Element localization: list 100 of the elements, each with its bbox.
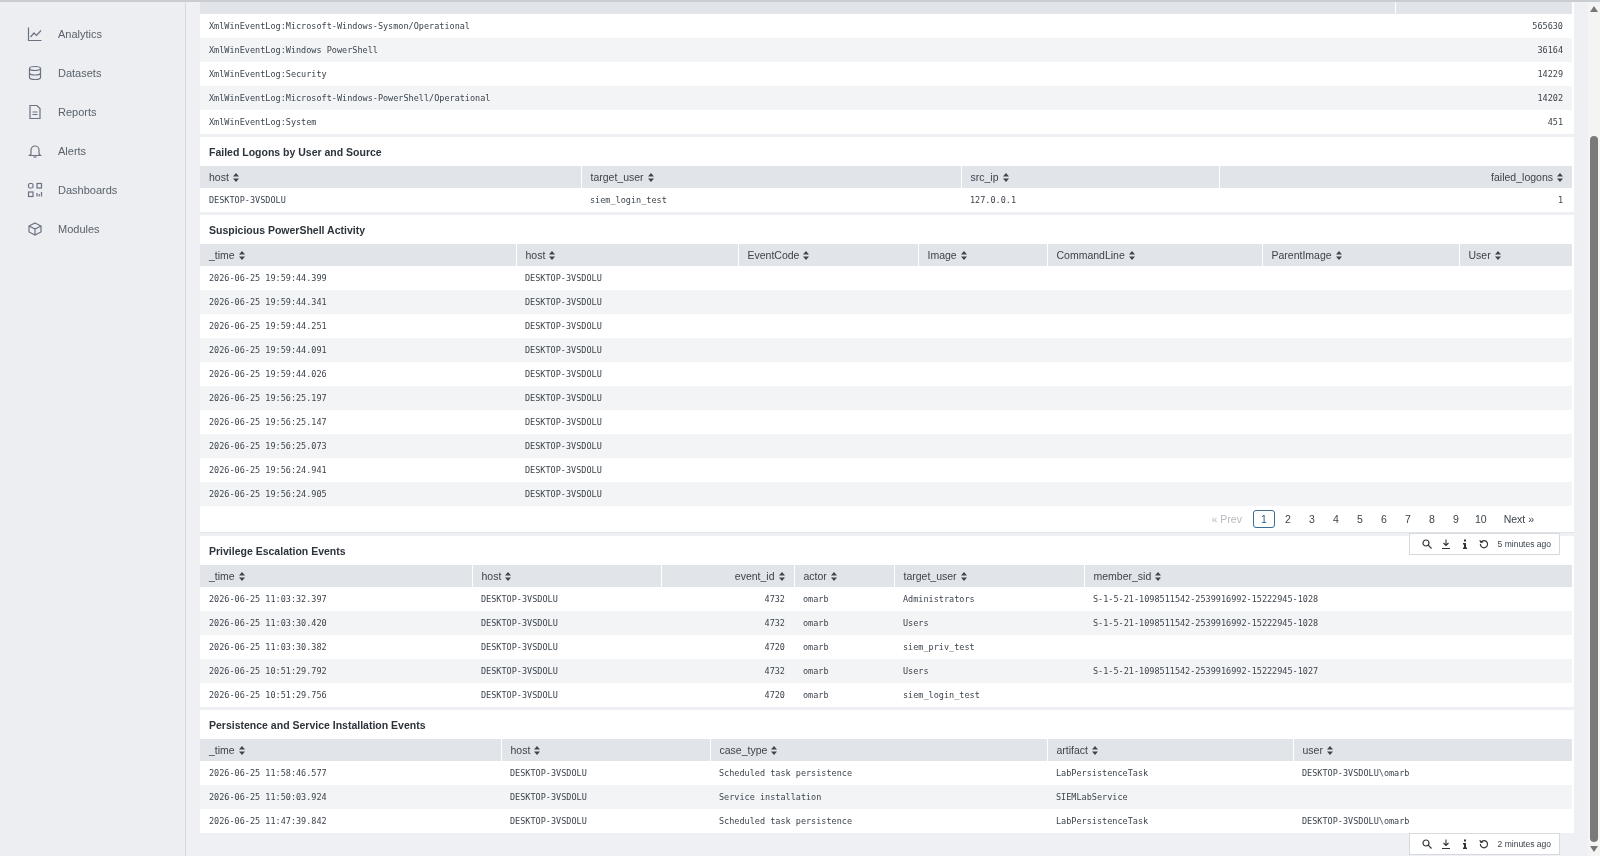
page-link[interactable]: 10	[1468, 510, 1493, 528]
table-cell: 2026-06-25 19:59:44.026	[209, 369, 327, 379]
column-header[interactable]: User	[1468, 249, 1501, 261]
table-cell: S-1-5-21-1098511542-2539916992-15222945-1027	[1093, 666, 1319, 676]
sidebar-item[interactable]: Datasets	[0, 63, 185, 83]
column-header[interactable]: Image	[927, 249, 967, 261]
document-icon	[27, 104, 43, 120]
page-link[interactable]: 3	[1300, 510, 1323, 528]
sort-icon	[1494, 250, 1501, 260]
next-link[interactable]: Next »	[1497, 510, 1540, 528]
table-cell: 451	[1547, 117, 1563, 127]
column-header[interactable]: target_user	[903, 570, 967, 582]
scroll-down-icon[interactable]	[1590, 846, 1598, 852]
table-cell: S-1-5-21-1098511542-2539916992-15222945-1028	[1093, 594, 1319, 604]
column-header[interactable]: EventCode	[747, 249, 810, 261]
refresh-icon[interactable]	[1478, 839, 1489, 849]
page-link[interactable]: 1	[1252, 510, 1275, 528]
table-cell: 4720	[764, 690, 785, 700]
table-cell: DESKTOP-3VSDOLU	[510, 816, 587, 826]
column-header[interactable]: _time	[209, 744, 245, 756]
column-header[interactable]: _time	[209, 570, 245, 582]
column-header[interactable]: host	[209, 171, 239, 183]
scrollbar[interactable]	[1588, 2, 1600, 856]
sort-icon	[960, 571, 967, 581]
page-link[interactable]: 9	[1444, 510, 1467, 528]
page-link[interactable]: 7	[1396, 510, 1419, 528]
column-header[interactable]: failed_logons	[1491, 171, 1563, 183]
table-cell: omarb	[803, 666, 829, 676]
table-cell: LabPersistenceTask	[1056, 768, 1149, 778]
page-link[interactable]: 6	[1372, 510, 1395, 528]
refresh-icon[interactable]	[1478, 539, 1489, 549]
table-cell: 14229	[1537, 69, 1563, 79]
table-cell: 565630	[1532, 21, 1563, 31]
table-cell: omarb	[803, 594, 829, 604]
page-link[interactable]: 5	[1348, 510, 1371, 528]
column-header[interactable]: src_ip	[970, 171, 1009, 183]
column-header[interactable]: host	[525, 249, 556, 261]
column-header[interactable]: host	[510, 744, 541, 756]
download-icon[interactable]	[1440, 539, 1451, 549]
sort-icon	[830, 571, 837, 581]
sort-icon	[1092, 745, 1098, 755]
sidebar-item[interactable]: Alerts	[0, 141, 185, 161]
table-cell: Users	[903, 618, 929, 628]
search-icon[interactable]	[1421, 839, 1432, 849]
table-cell: 2026-06-25 10:51:29.792	[209, 666, 327, 676]
sort-icon	[647, 172, 654, 182]
table-cell: DESKTOP-3VSDOLU	[481, 642, 558, 652]
bell-icon	[27, 143, 43, 159]
table-cell: 2026-06-25 11:50:03.924	[209, 792, 327, 802]
download-icon[interactable]	[1440, 839, 1451, 849]
table-cell: 36164	[1537, 45, 1563, 55]
table-cell: DESKTOP-3VSDOLU	[525, 369, 602, 379]
table-cell: 2026-06-25 19:56:25.073	[209, 441, 327, 451]
column-header[interactable]: case_type	[719, 744, 778, 756]
sort-icon	[1155, 571, 1162, 581]
table-cell: 127.0.0.1	[970, 195, 1017, 205]
database-icon	[27, 65, 43, 81]
column-header[interactable]: member_sid	[1093, 570, 1162, 582]
search-icon[interactable]	[1421, 539, 1432, 549]
sort-icon	[238, 250, 245, 260]
column-header[interactable]: artifact	[1056, 744, 1098, 756]
table-cell: 2026-06-25 19:59:44.091	[209, 345, 327, 355]
table-cell: DESKTOP-3VSDOLU\omarb	[1302, 768, 1410, 778]
grid-icon	[27, 182, 43, 198]
table-cell: 2026-06-25 10:51:29.756	[209, 690, 327, 700]
table-cell: 4720	[764, 642, 785, 652]
column-header[interactable]: host	[481, 570, 512, 582]
table-cell: 2026-06-25 11:03:30.382	[209, 642, 327, 652]
column-header[interactable]: ParentImage	[1271, 249, 1342, 261]
sidebar-item[interactable]: Dashboards	[0, 180, 185, 200]
scroll-up-icon[interactable]	[1590, 6, 1598, 12]
table-cell: DESKTOP-3VSDOLU	[510, 768, 587, 778]
table-cell: 2026-06-25 11:03:32.397	[209, 594, 327, 604]
page-link[interactable]: 8	[1420, 510, 1443, 528]
table-cell: 2026-06-25 19:59:44.251	[209, 321, 327, 331]
refresh-time: 5 minutes ago	[1497, 539, 1551, 549]
column-header[interactable]: target_user	[590, 171, 654, 183]
sort-icon	[803, 250, 810, 260]
table-cell: LabPersistenceTask	[1056, 816, 1149, 826]
panel-title: Persistence and Service Installation Events	[209, 719, 426, 731]
table-cell: S-1-5-21-1098511542-2539916992-15222945-1028	[1093, 618, 1319, 628]
table-cell: XmlWinEventLog:System	[209, 117, 317, 127]
sidebar-item[interactable]: Analytics	[0, 24, 185, 44]
panel-title: Failed Logons by User and Source	[209, 146, 382, 158]
column-header[interactable]: _time	[209, 249, 245, 261]
table-cell: 2026-06-25 11:47:39.842	[209, 816, 327, 826]
panel-title: Privilege Escalation Events	[209, 545, 346, 557]
table-cell: siem_login_test	[590, 195, 667, 205]
table-cell: XmlWinEventLog:Microsoft-Windows-Sysmon/Operational	[209, 21, 470, 31]
table-cell: 1	[1557, 195, 1563, 205]
column-header[interactable]: actor	[803, 570, 837, 582]
page-link[interactable]: 4	[1324, 510, 1347, 528]
sidebar-item[interactable]: Reports	[0, 102, 185, 122]
sort-icon	[1002, 172, 1009, 182]
sidebar-item[interactable]: Modules	[0, 219, 185, 239]
page-link[interactable]: 2	[1276, 510, 1299, 528]
table-cell: Scheduled task persistence	[719, 816, 853, 826]
table-cell: DESKTOP-3VSDOLU	[209, 195, 286, 205]
column-header[interactable]: user	[1302, 744, 1333, 756]
table-cell: 2026-06-25 19:56:24.905	[209, 489, 327, 499]
